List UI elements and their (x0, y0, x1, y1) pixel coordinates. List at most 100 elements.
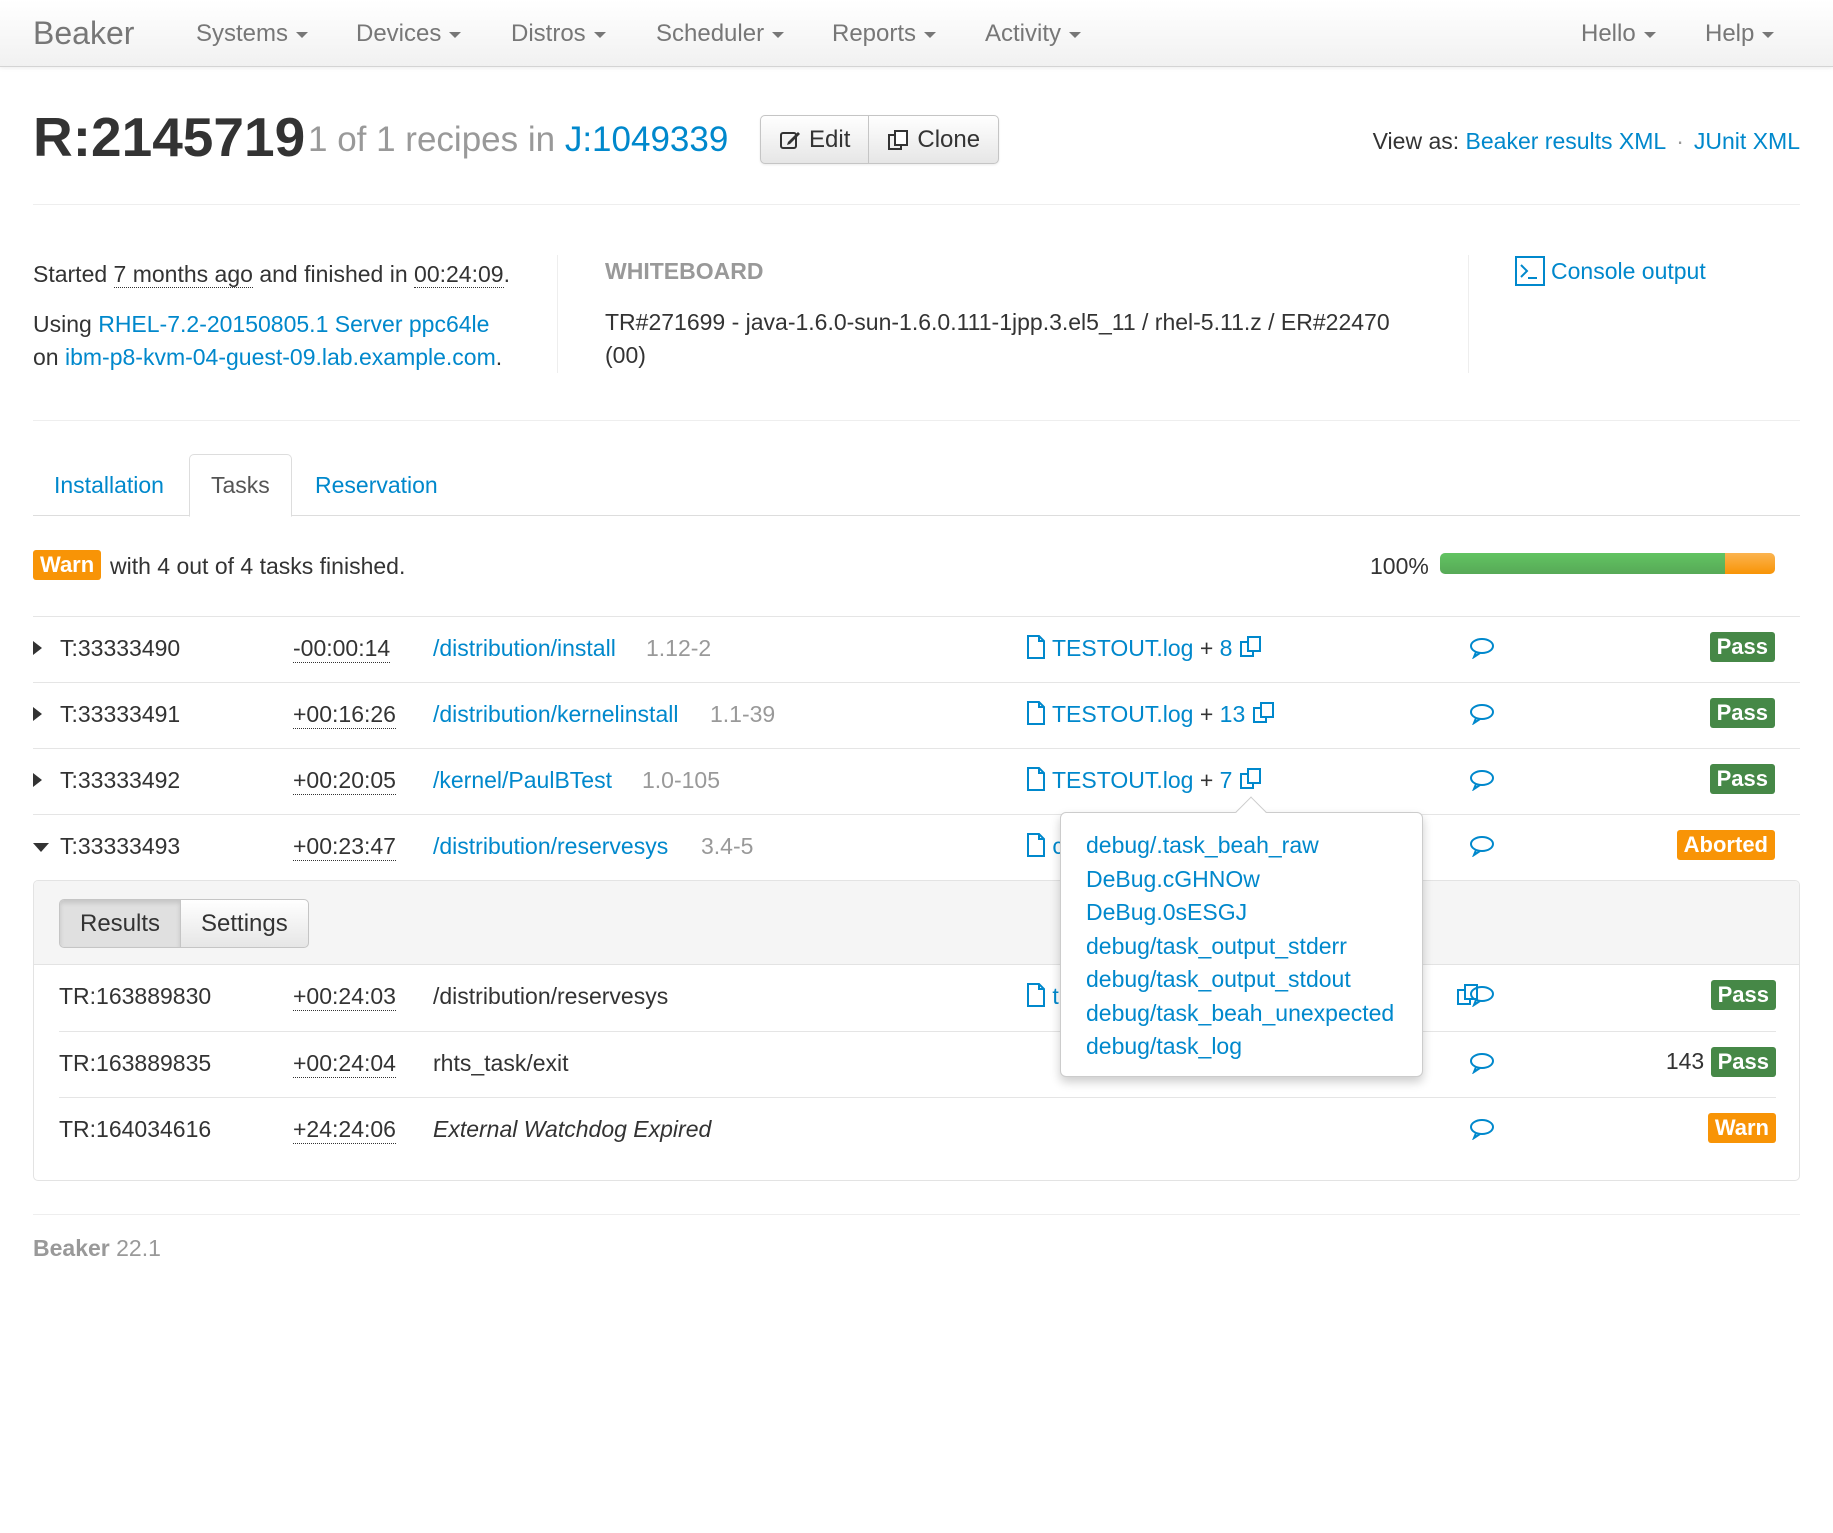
tab-results[interactable]: Results (60, 900, 181, 947)
file-icon (1026, 833, 1046, 863)
nav-devices[interactable]: Devices (356, 20, 462, 48)
beaker-results-xml-link[interactable]: Beaker results XML (1466, 128, 1667, 154)
plus-sign: + (1199, 635, 1214, 661)
tab-tasks[interactable]: Tasks (189, 454, 292, 517)
tab-settings[interactable]: Settings (180, 900, 308, 947)
whiteboard-label: WHITEBOARD (605, 258, 764, 284)
clone-label: Clone (917, 125, 981, 153)
more-logs-link[interactable]: 7 (1220, 767, 1233, 793)
nav-reports-label: Reports (832, 20, 917, 47)
on-prefix: on (33, 344, 59, 370)
tab-installation[interactable]: Installation (33, 454, 185, 516)
task-id: T:33333492 (60, 767, 181, 793)
nav-activity[interactable]: Activity (985, 20, 1082, 48)
nav-help[interactable]: Help (1705, 20, 1775, 48)
console-output-link[interactable]: Console output (1515, 256, 1706, 286)
log-file-link[interactable]: debug/task_output_stderr (1086, 930, 1422, 964)
expand-icon[interactable] (33, 707, 42, 721)
job-link[interactable]: J:1049339 (565, 120, 728, 159)
comment-icon[interactable] (1469, 1052, 1495, 1080)
nav-scheduler[interactable]: Scheduler (656, 20, 785, 48)
result-badge: Aborted (1676, 830, 1775, 860)
copy-icon[interactable] (1239, 767, 1263, 797)
log-file-link[interactable]: DeBug.cGHNOw (1086, 863, 1422, 897)
testout-log-link[interactable]: TESTOUT.log (1052, 767, 1193, 793)
started-prefix: Started (33, 261, 108, 287)
task-row: T:33333491 +00:16:26 /distribution/kerne… (33, 682, 1800, 748)
tab-reservation[interactable]: Reservation (294, 454, 459, 516)
task-row: T:33333493 +00:23:47 /distribution/reser… (33, 814, 1800, 880)
result-log-link[interactable]: t (1052, 983, 1058, 1009)
junit-xml-link[interactable]: JUnit XML (1694, 128, 1800, 154)
separator-dot: · (1676, 128, 1684, 154)
file-icon (1026, 983, 1046, 1013)
result-time: +00:24:04 (293, 1050, 396, 1078)
expand-icon[interactable] (33, 773, 42, 787)
comment-icon[interactable] (1469, 703, 1495, 731)
timing-line: Started 7 months ago and finished in 00:… (33, 258, 553, 291)
panel-tabs: Results Settings (59, 899, 309, 948)
nav-scheduler-label: Scheduler (656, 20, 765, 47)
result-row: TR:164034616 +24:24:06 External Watchdog… (59, 1097, 1776, 1163)
nav-systems[interactable]: Systems (196, 20, 309, 48)
task-time: -00:00:14 (293, 635, 391, 663)
more-logs-link[interactable]: 8 (1220, 635, 1233, 661)
task-name-link[interactable]: /distribution/reservesys (433, 833, 668, 860)
nav-hello-label: Hello (1581, 20, 1636, 47)
nav-distros[interactable]: Distros (511, 20, 606, 48)
log-file-link[interactable]: debug/.task_beah_raw (1086, 829, 1422, 863)
result-badge: Pass (1709, 764, 1775, 794)
task-row: T:33333492 +00:20:05 /kernel/PaulBTest 1… (33, 748, 1800, 814)
task-logs: TESTOUT.log + 13 (1026, 701, 1276, 731)
task-name-link[interactable]: /kernel/PaulBTest (433, 767, 612, 794)
host-line: on ibm-p8-kvm-04-guest-09.lab.example.co… (33, 341, 553, 374)
copy-icon[interactable] (1252, 701, 1276, 731)
top-navbar: Beaker Systems Devices Distros Scheduler… (0, 0, 1833, 67)
task-id: T:33333491 (60, 701, 181, 727)
panel-header: Results Settings (34, 881, 1799, 965)
console-output-label: Console output (1551, 257, 1706, 284)
more-logs-link[interactable]: 13 (1220, 701, 1246, 727)
host-link[interactable]: ibm-p8-kvm-04-guest-09.lab.example.com (65, 344, 496, 370)
task-name-link[interactable]: /distribution/install (433, 635, 616, 662)
result-id: TR:163889830 (59, 983, 212, 1009)
distro-link[interactable]: RHEL-7.2-20150805.1 Server ppc64le (98, 311, 489, 337)
plus-sign: + (1199, 701, 1214, 727)
edit-button[interactable]: Edit (761, 116, 868, 163)
task-name-link[interactable]: /distribution/kernelinstall (433, 701, 678, 728)
started-time: 7 months ago (113, 261, 253, 288)
comment-icon[interactable] (1469, 985, 1495, 1013)
result-cell: Pass (1709, 632, 1775, 662)
comment-icon[interactable] (1469, 769, 1495, 797)
chevron-down-icon (593, 31, 606, 38)
copy-icon[interactable] (1239, 635, 1263, 665)
nav-hello[interactable]: Hello (1581, 20, 1656, 48)
comment-icon[interactable] (1469, 835, 1495, 863)
period: . (495, 344, 503, 370)
testout-log-link[interactable]: TESTOUT.log (1052, 635, 1193, 661)
result-row: TR:163889835 +00:24:04 rhts_task/exit 14… (59, 1031, 1776, 1097)
comment-icon[interactable] (1469, 1118, 1495, 1146)
progress-pass-segment (1440, 553, 1725, 574)
progress-bar (1440, 553, 1775, 574)
chevron-down-icon (1643, 31, 1656, 38)
recipe-summary: Started 7 months ago and finished in 00:… (33, 258, 553, 374)
page-title: R:2145719 (33, 106, 306, 168)
log-file-link[interactable]: debug/task_beah_unexpected (1086, 997, 1422, 1031)
expand-icon[interactable] (33, 641, 42, 655)
comment-icon[interactable] (1469, 637, 1495, 665)
result-logs: t (1026, 983, 1059, 1013)
collapse-icon[interactable] (33, 843, 49, 852)
nav-reports[interactable]: Reports (832, 20, 937, 48)
brand-logo[interactable]: Beaker (33, 15, 134, 52)
log-file-link[interactable]: debug/task_log (1086, 1030, 1422, 1064)
clone-button[interactable]: Clone (868, 116, 998, 163)
log-file-link[interactable]: debug/task_output_stdout (1086, 963, 1422, 997)
testout-log-link[interactable]: TESTOUT.log (1052, 701, 1193, 727)
divider (33, 204, 1800, 205)
view-as: View as: Beaker results XML · JUnit XML (1373, 128, 1800, 155)
result-name: /distribution/reservesys (433, 983, 669, 1009)
footer-version: 22.1 (116, 1235, 161, 1261)
log-file-link[interactable]: DeBug.0sESGJ (1086, 896, 1422, 930)
duration: 00:24:09 (414, 261, 504, 288)
